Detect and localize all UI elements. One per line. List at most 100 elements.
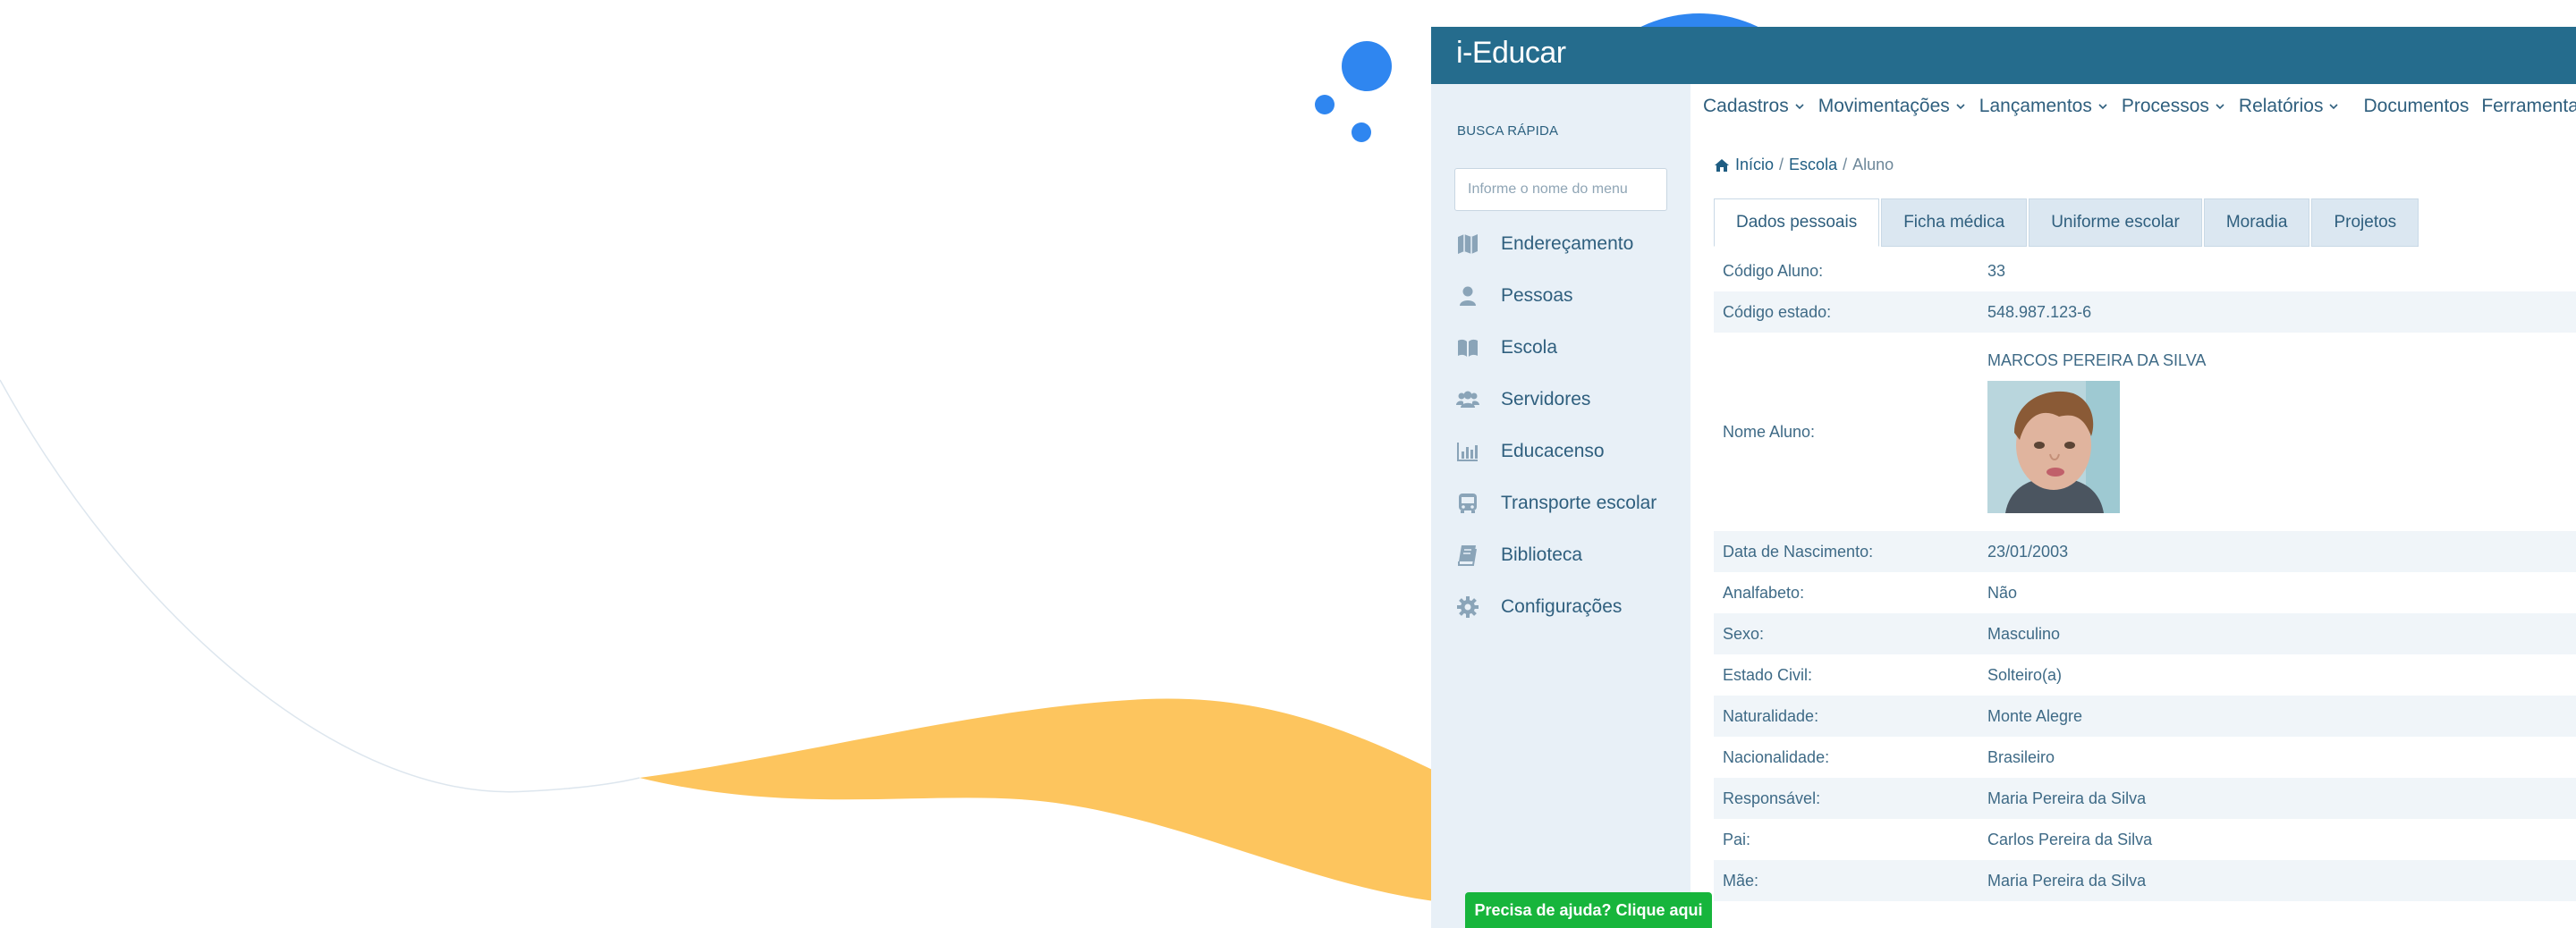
- tab-dados-pessoais[interactable]: Dados pessoais: [1714, 198, 1880, 247]
- table-row: Estado Civil: Solteiro(a): [1714, 654, 2576, 696]
- top-navigation: Cadastros Movimentações Lançamentos Proc…: [1699, 84, 2576, 129]
- nav-movimentacoes[interactable]: Movimentações: [1818, 96, 1967, 117]
- home-icon: [1715, 158, 1729, 172]
- sidebar-item-pessoas[interactable]: Pessoas: [1431, 270, 1690, 322]
- student-tabs: Dados pessoais Ficha médica Uniforme esc…: [1714, 198, 2420, 247]
- menu-search-input[interactable]: [1454, 168, 1667, 211]
- nav-label: Processos: [2121, 96, 2209, 116]
- table-row: Mãe: Maria Pereira da Silva: [1714, 860, 2576, 901]
- sidebar-item-transporte-escolar[interactable]: Transporte escolar: [1431, 477, 1690, 529]
- field-value: Não: [1987, 583, 2018, 602]
- nav-label: Lançamentos: [1979, 96, 2092, 116]
- chevron-down-icon: [2216, 104, 2224, 110]
- sidebar-item-label: Escola: [1501, 337, 1558, 358]
- student-name-cell: MARCOS PEREIRA DA SILVA: [1987, 333, 2576, 531]
- field-label: Estado Civil:: [1723, 665, 1813, 684]
- sidebar-item-escola[interactable]: Escola: [1431, 322, 1690, 374]
- breadcrumb-current: Aluno: [1852, 156, 1894, 173]
- sidebar-menu: Endereçamento Pessoas Escola Servidores: [1431, 218, 1690, 633]
- app-window: i-Educar BUSCA RÁPIDA Endereçamento Pess…: [1431, 27, 2576, 928]
- sidebar-item-educacenso[interactable]: Educacenso: [1431, 426, 1690, 477]
- student-details-table: Código Aluno: 33 Código estado: 548.987.…: [1714, 250, 2576, 901]
- field-value: 548.987.123-6: [1987, 302, 2092, 321]
- field-value: Carlos Pereira da Silva: [1987, 830, 2153, 848]
- quick-search-label: BUSCA RÁPIDA: [1457, 123, 1559, 139]
- chevron-down-icon: [1956, 104, 1965, 110]
- breadcrumb-home-link[interactable]: Início: [1735, 156, 1774, 174]
- table-row: Naturalidade: Monte Alegre: [1714, 696, 2576, 737]
- nav-documentos[interactable]: Documentos: [2363, 96, 2469, 117]
- field-label: Naturalidade:: [1723, 706, 1819, 725]
- field-label: Pai:: [1723, 830, 1751, 848]
- nav-ferramentas[interactable]: Ferramentas: [2481, 96, 2576, 117]
- table-row: Data de Nascimento: 23/01/2003: [1714, 531, 2576, 572]
- decor-dot-large: [1342, 41, 1392, 91]
- book-open-icon: [1456, 336, 1479, 359]
- nav-label: Cadastros: [1703, 96, 1789, 116]
- nav-processos[interactable]: Processos: [2122, 96, 2226, 117]
- field-label: Analfabeto:: [1723, 583, 1805, 602]
- breadcrumb: Início / Escola / Aluno: [1714, 156, 1894, 174]
- app-title: i-Educar: [1456, 36, 1566, 70]
- help-button[interactable]: Precisa de ajuda? Clique aqui: [1465, 892, 1712, 928]
- book-icon: [1456, 544, 1479, 567]
- user-icon: [1456, 284, 1479, 308]
- field-value: Maria Pereira da Silva: [1987, 789, 2147, 807]
- users-icon: [1456, 388, 1479, 411]
- chevron-down-icon: [1795, 104, 1804, 110]
- sidebar-item-enderecamento[interactable]: Endereçamento: [1431, 218, 1690, 270]
- nav-cadastros[interactable]: Cadastros: [1703, 96, 1806, 117]
- breadcrumb-escola-link[interactable]: Escola: [1789, 156, 1837, 174]
- table-row: Sexo: Masculino: [1714, 613, 2576, 654]
- sidebar-item-biblioteca[interactable]: Biblioteca: [1431, 529, 1690, 581]
- field-label: Sexo:: [1723, 624, 1765, 643]
- field-value: 33: [1987, 261, 2006, 280]
- table-row: Responsável: Maria Pereira da Silva: [1714, 778, 2576, 819]
- tab-uniforme-escolar[interactable]: Uniforme escolar: [2029, 198, 2202, 247]
- tab-ficha-medica[interactable]: Ficha médica: [1881, 198, 2028, 247]
- field-label: Código estado:: [1723, 302, 1832, 321]
- field-value: MARCOS PEREIRA DA SILVA: [1987, 350, 2207, 369]
- decor-curve-line: [0, 379, 640, 793]
- nav-lancamentos[interactable]: Lançamentos: [1979, 96, 2109, 117]
- sidebar-item-label: Servidores: [1501, 389, 1591, 409]
- table-row: Analfabeto: Não: [1714, 572, 2576, 613]
- nav-relatorios[interactable]: Relatórios: [2239, 96, 2341, 117]
- gear-icon: [1456, 595, 1479, 619]
- bar-chart-icon: [1456, 440, 1479, 463]
- tab-projetos[interactable]: Projetos: [2311, 198, 2419, 247]
- sidebar-item-label: Endereçamento: [1501, 233, 1634, 254]
- decor-dot-small: [1315, 95, 1335, 114]
- field-label: Mãe:: [1723, 871, 1759, 890]
- sidebar-item-servidores[interactable]: Servidores: [1431, 374, 1690, 426]
- breadcrumb-separator: /: [1843, 156, 1848, 173]
- field-value: Solteiro(a): [1987, 665, 2063, 684]
- nav-label: Movimentações: [1818, 96, 1950, 116]
- table-row: Nacionalidade: Brasileiro: [1714, 737, 2576, 778]
- sidebar-item-label: Educacenso: [1501, 441, 1605, 461]
- field-label: Data de Nascimento:: [1723, 542, 1874, 561]
- sidebar-item-label: Transporte escolar: [1501, 493, 1657, 513]
- decor-dot-medium: [1352, 122, 1371, 142]
- field-value: Brasileiro: [1987, 747, 2055, 766]
- nav-label: Ferramentas: [2481, 96, 2576, 116]
- sidebar-item-label: Configurações: [1501, 596, 1623, 617]
- chevron-down-icon: [2329, 104, 2339, 110]
- field-label: Nome Aluno:: [1723, 422, 1816, 441]
- field-label: Nacionalidade:: [1723, 747, 1830, 766]
- map-icon: [1456, 232, 1479, 256]
- field-label: Código Aluno:: [1723, 261, 1824, 280]
- chevron-down-icon: [2098, 104, 2107, 110]
- field-value: Monte Alegre: [1987, 706, 2083, 725]
- field-value: Masculino: [1987, 624, 2061, 643]
- nav-label: Documentos: [2363, 96, 2470, 116]
- bus-icon: [1456, 492, 1479, 515]
- table-row: Nome Aluno: MARCOS PEREIRA DA SILVA: [1714, 333, 2576, 531]
- nav-label: Relatórios: [2238, 96, 2324, 116]
- field-label: Responsável:: [1723, 789, 1821, 807]
- sidebar-item-configuracoes[interactable]: Configurações: [1431, 581, 1690, 633]
- sidebar: BUSCA RÁPIDA Endereçamento Pessoas Escol…: [1431, 84, 1690, 928]
- sidebar-item-label: Pessoas: [1501, 285, 1573, 306]
- field-value: Maria Pereira da Silva: [1987, 871, 2147, 890]
- tab-moradia[interactable]: Moradia: [2203, 198, 2310, 247]
